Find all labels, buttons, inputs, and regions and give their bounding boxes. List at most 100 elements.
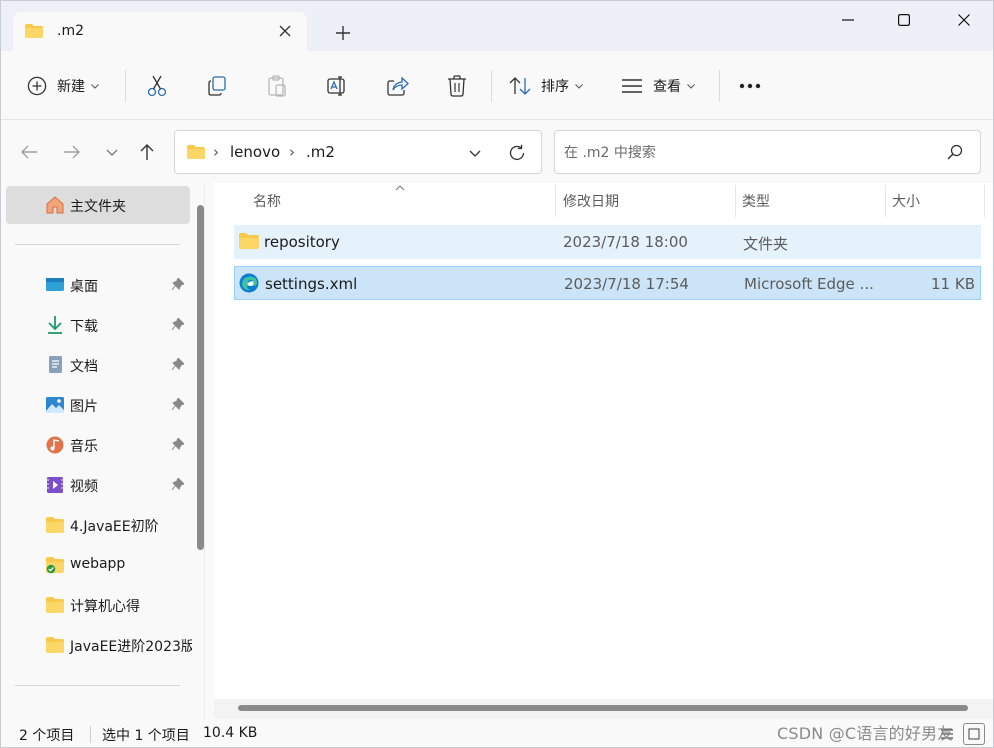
tab-close-button[interactable] bbox=[275, 21, 295, 41]
file-type: Microsoft Edge ... bbox=[744, 275, 874, 293]
sidebar-item-webapp[interactable]: webapp bbox=[6, 547, 192, 583]
sidebar-item-desktop[interactable]: 桌面 bbox=[6, 267, 192, 303]
view-button[interactable]: 查看 bbox=[621, 68, 695, 104]
arrow-up-icon bbox=[140, 144, 154, 160]
copy-button[interactable] bbox=[207, 68, 227, 104]
new-tab-button[interactable] bbox=[331, 21, 355, 45]
arrow-right-icon bbox=[64, 145, 80, 159]
column-divider[interactable] bbox=[555, 185, 556, 217]
delete-button[interactable] bbox=[447, 68, 467, 104]
address-history-button[interactable] bbox=[463, 143, 487, 163]
pin-icon[interactable] bbox=[172, 478, 184, 491]
tab-title: .m2 bbox=[57, 23, 84, 39]
pin-icon[interactable] bbox=[172, 278, 184, 291]
paste-icon bbox=[268, 75, 286, 97]
sidebar-item-label: 视频 bbox=[70, 479, 98, 495]
back-button[interactable] bbox=[16, 139, 42, 165]
sidebar-item-label: 4.JavaEE初阶 bbox=[70, 519, 159, 535]
pin-icon[interactable] bbox=[172, 318, 184, 331]
paste-button[interactable] bbox=[267, 68, 287, 104]
breadcrumb-separator: › bbox=[213, 143, 219, 161]
status-selection-size: 10.4 KB bbox=[203, 725, 258, 741]
rename-icon bbox=[327, 76, 345, 96]
column-divider[interactable] bbox=[735, 185, 736, 217]
folder-icon bbox=[187, 145, 205, 159]
new-button[interactable]: 新建 bbox=[27, 68, 99, 104]
breadcrumb-lenovo[interactable]: lenovo bbox=[230, 143, 280, 161]
sidebar-item-music[interactable]: 音乐 bbox=[6, 427, 192, 463]
sidebar-item-label: JavaEE进阶2023版 bbox=[70, 639, 192, 655]
column-date-label: 修改日期 bbox=[563, 194, 619, 210]
share-button[interactable] bbox=[387, 68, 409, 104]
search-input[interactable] bbox=[564, 142, 934, 164]
edge-icon bbox=[239, 273, 259, 293]
file-size: 11 KB bbox=[931, 275, 975, 293]
new-button-label: 新建 bbox=[57, 79, 85, 95]
navigation-bar: › lenovo › .m2 bbox=[1, 121, 993, 183]
close-window-button[interactable] bbox=[941, 5, 987, 35]
column-divider[interactable] bbox=[885, 185, 886, 217]
refresh-icon bbox=[509, 144, 525, 161]
chevron-down-icon bbox=[469, 150, 481, 157]
more-options-button[interactable] bbox=[739, 68, 761, 104]
pin-icon[interactable] bbox=[172, 398, 184, 411]
file-type: 文件夹 bbox=[743, 235, 789, 253]
column-divider[interactable] bbox=[984, 185, 985, 217]
horizontal-scrollbar[interactable] bbox=[238, 705, 968, 711]
file-row-settings-xml[interactable]: settings.xml 2023/7/18 17:54 Microsoft E… bbox=[234, 266, 981, 300]
sort-button[interactable]: 排序 bbox=[509, 68, 583, 104]
folder-icon bbox=[46, 517, 64, 533]
sidebar-item-pictures[interactable]: 图片 bbox=[6, 387, 192, 423]
sidebar-divider bbox=[15, 685, 180, 686]
maximize-button[interactable] bbox=[881, 5, 927, 35]
search-icon[interactable] bbox=[947, 144, 963, 160]
maximize-icon bbox=[898, 14, 910, 26]
sidebar-item-downloads[interactable]: 下载 bbox=[6, 307, 192, 343]
search-box bbox=[554, 130, 981, 174]
minimize-icon bbox=[842, 19, 854, 21]
sidebar-item-javaee-basic[interactable]: 4.JavaEE初阶 bbox=[6, 507, 192, 543]
sidebar-item-computer-notes[interactable]: 计算机心得 bbox=[6, 587, 192, 623]
copy-icon bbox=[208, 76, 226, 96]
close-icon bbox=[279, 25, 291, 37]
pin-icon[interactable] bbox=[172, 358, 184, 371]
arrow-left-icon bbox=[21, 145, 37, 159]
watermark: CSDN @C语言的好男友 bbox=[777, 724, 954, 743]
up-button[interactable] bbox=[134, 139, 160, 165]
column-header-type[interactable]: 类型 bbox=[742, 183, 770, 219]
cut-button[interactable] bbox=[147, 68, 167, 104]
sidebar-scrollbar-track bbox=[204, 183, 213, 719]
cut-icon bbox=[147, 75, 167, 97]
pin-icon[interactable] bbox=[172, 438, 184, 451]
forward-button[interactable] bbox=[59, 139, 85, 165]
home-icon bbox=[46, 196, 64, 214]
sidebar-item-home[interactable]: 主文件夹 bbox=[6, 186, 190, 224]
recent-locations-button[interactable] bbox=[99, 139, 125, 165]
minimize-button[interactable] bbox=[825, 5, 871, 35]
more-icon bbox=[739, 83, 761, 89]
tab-m2[interactable]: .m2 bbox=[13, 12, 307, 52]
chevron-down-icon bbox=[575, 83, 583, 89]
rename-button[interactable] bbox=[327, 68, 349, 104]
column-header-name[interactable]: 名称 bbox=[253, 183, 281, 219]
column-header-size[interactable]: 大小 bbox=[892, 183, 920, 219]
sidebar-item-label: 文档 bbox=[70, 359, 98, 375]
plus-icon bbox=[336, 26, 350, 40]
sidebar-scrollbar[interactable] bbox=[197, 205, 204, 550]
address-bar[interactable]: › lenovo › .m2 bbox=[174, 130, 542, 174]
sidebar-item-documents[interactable]: 文档 bbox=[6, 347, 192, 383]
videos-icon bbox=[47, 477, 63, 493]
refresh-button[interactable] bbox=[505, 141, 529, 165]
file-list: 名称 修改日期 类型 大小 repository 2023/7/18 18:00… bbox=[214, 183, 993, 719]
file-name: repository bbox=[264, 233, 340, 251]
sidebar-item-label: 计算机心得 bbox=[70, 599, 140, 615]
file-row-repository[interactable]: repository 2023/7/18 18:00 文件夹 bbox=[234, 225, 981, 259]
breadcrumb-m2[interactable]: .m2 bbox=[306, 143, 335, 161]
column-header-date[interactable]: 修改日期 bbox=[563, 183, 619, 219]
tiles-view-button[interactable] bbox=[963, 723, 985, 745]
status-divider bbox=[90, 726, 91, 743]
sidebar-item-javaee-advanced[interactable]: JavaEE进阶2023版 bbox=[6, 627, 192, 663]
folder-icon bbox=[46, 637, 64, 653]
sort-button-label: 排序 bbox=[541, 79, 569, 95]
sidebar-item-videos[interactable]: 视频 bbox=[6, 467, 192, 503]
